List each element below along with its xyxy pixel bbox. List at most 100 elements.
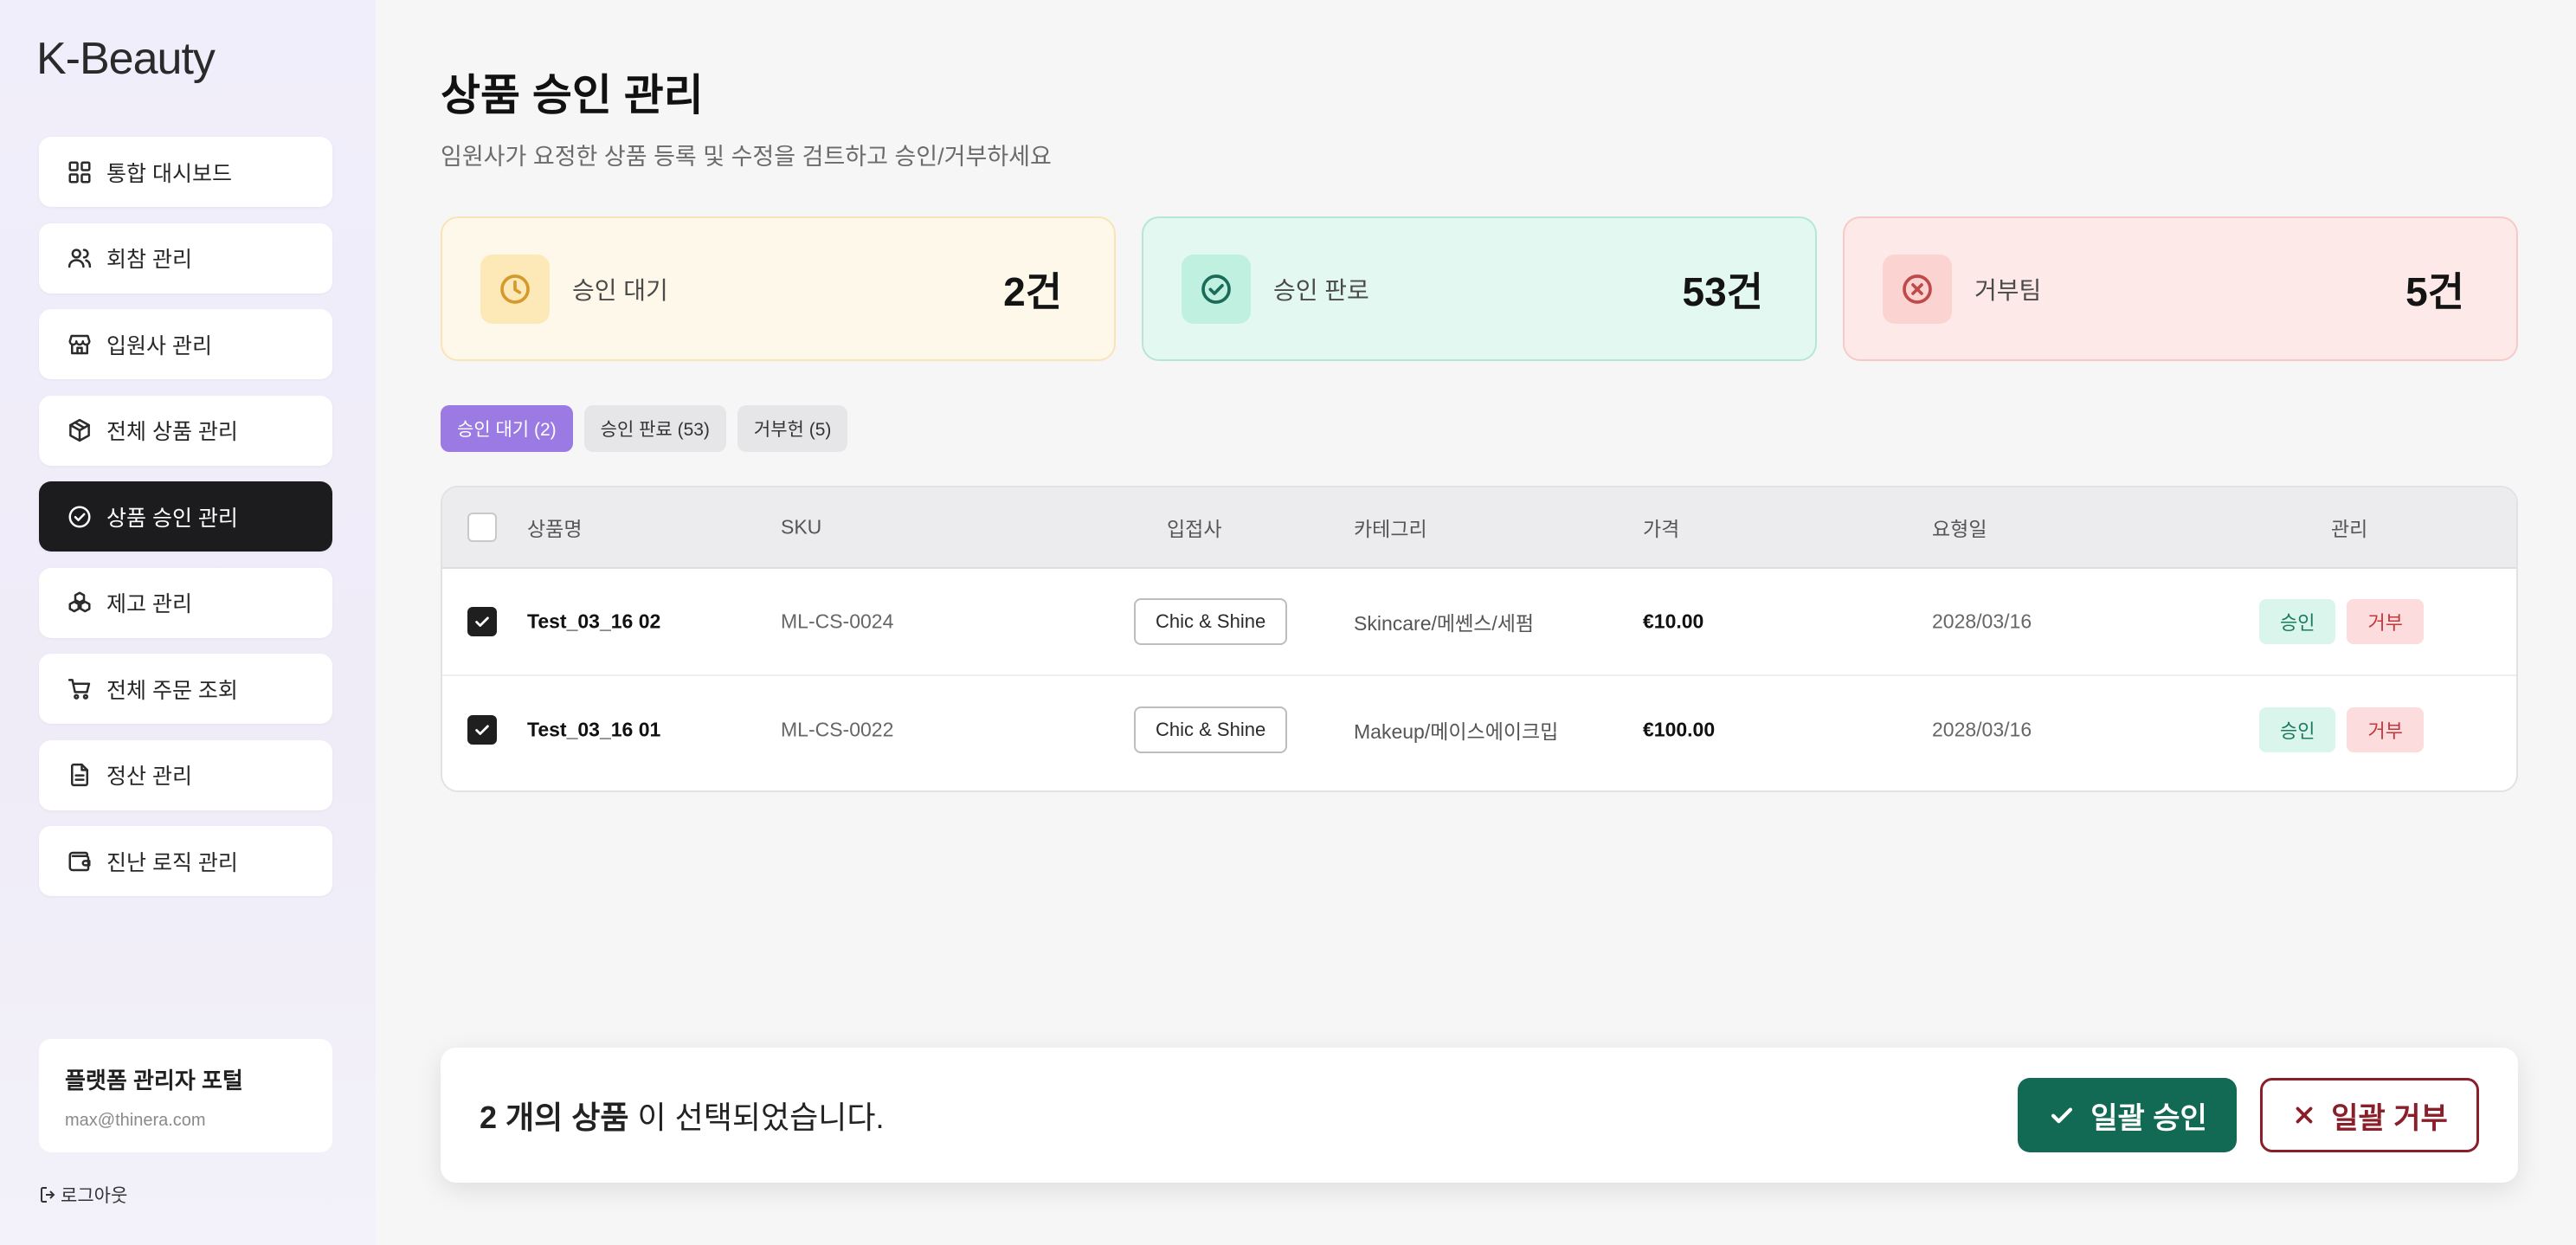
- page-title: 상품 승인 관리: [441, 71, 704, 119]
- row-actions: 승인 거부: [2259, 707, 2424, 752]
- stat-label: 거부팀: [1974, 276, 2042, 304]
- close-icon: [2296, 1106, 2313, 1124]
- sidebar-item-label: 제고 관리: [106, 592, 192, 616]
- sidebar-item-settlement[interactable]: 정산 관리: [39, 739, 332, 810]
- stat-card-rejected: 거부팀 5건: [1843, 216, 2518, 361]
- sidebar-item-product-approval[interactable]: 상품 승인 관리: [39, 481, 332, 552]
- sidebar-item-label: 입원사 관리: [106, 333, 212, 358]
- portal-name: 플랫폼 관리자 포털: [65, 1068, 243, 1093]
- sidebar-item-label: 상품 승인 관리: [106, 506, 238, 531]
- table-row: Test_03_16 02 ML-CS-0024 Chic & Shine Sk…: [442, 569, 2516, 676]
- sidebar-nav: 통합 대시보드 회참 관리 입원사 관리 전체 상품 관리 상품 승인 관리 제…: [39, 137, 332, 913]
- column-header-vendor: 입접사: [1167, 518, 1222, 540]
- check-icon: [475, 616, 489, 627]
- product-price: €100.00: [1643, 718, 1716, 741]
- dashboard-grid-icon: [65, 158, 94, 187]
- sidebar-item-label: 통합 대시보드: [106, 161, 232, 186]
- sidebar-item-inventory[interactable]: 제고 관리: [39, 567, 332, 638]
- check-icon: [2051, 1107, 2073, 1124]
- approve-button[interactable]: 승인: [2259, 707, 2336, 752]
- sidebar-item-label: 전체 주문 조회: [106, 678, 238, 703]
- column-header-name: 상품명: [527, 518, 583, 540]
- boxes-icon: [65, 588, 94, 617]
- column-header-sku: SKU: [781, 515, 822, 539]
- selection-count: 2 개의 상품: [480, 1100, 629, 1135]
- check-circle-icon: [65, 502, 94, 532]
- bulk-action-bar: 2 개의 상품 이 선택되었습니다. 일괄 승인 일괄 거부: [441, 1048, 2518, 1183]
- stat-value: 5건: [2405, 268, 2464, 314]
- product-name: Test_03_16 01: [527, 718, 661, 741]
- approval-table: 상품명 SKU 입접사 카테그리 가격 요형일 관리 Test_03_16 02…: [441, 486, 2518, 792]
- column-header-price: 가격: [1643, 518, 1680, 540]
- product-category: Skincare/메쎈스/세펌: [1354, 612, 1535, 635]
- bulk-approve-label: 일괄 승인: [2090, 1101, 2207, 1135]
- table-header: 상품명 SKU 입접사 카테그리 가격 요형일 관리: [442, 487, 2516, 569]
- column-header-actions: 관리: [2331, 518, 2368, 540]
- vendor-badge: Chic & Shine: [1134, 598, 1288, 645]
- bulk-approve-button[interactable]: 일괄 승인: [2018, 1078, 2237, 1152]
- stat-card-approved: 승인 판로 53건: [1142, 216, 1817, 361]
- users-icon: [65, 243, 94, 273]
- filter-tabs: 승인 대기 (2) 승인 판료 (53) 거부헌 (5): [441, 405, 848, 452]
- row-checkbox[interactable]: [467, 715, 497, 745]
- logout-label: 로그아웃: [61, 1186, 128, 1206]
- clock-icon: [480, 254, 550, 324]
- tab-pending[interactable]: 승인 대기 (2): [441, 405, 573, 452]
- reject-button[interactable]: 거부: [2347, 707, 2424, 752]
- sidebar-item-logic[interactable]: 진난 로직 관리: [39, 826, 332, 896]
- reject-button[interactable]: 거부: [2347, 599, 2424, 644]
- sidebar-item-label: 회참 관리: [106, 248, 192, 272]
- product-category: Makeup/메이스에이크밉: [1354, 720, 1559, 743]
- sidebar-item-label: 정산 관리: [106, 764, 192, 789]
- stat-label: 승인 판로: [1273, 276, 1369, 304]
- bulk-reject-button[interactable]: 일괄 거부: [2260, 1078, 2479, 1152]
- wallet-icon: [65, 847, 94, 876]
- tab-rejected[interactable]: 거부헌 (5): [737, 405, 848, 452]
- product-price: €10.00: [1643, 610, 1704, 633]
- stat-card-pending: 승인 대기 2건: [441, 216, 1116, 361]
- approve-button[interactable]: 승인: [2259, 599, 2336, 644]
- sidebar-item-all-products[interactable]: 전체 상품 관리: [39, 395, 332, 466]
- stat-label: 승인 대기: [572, 276, 668, 304]
- cart-icon: [65, 674, 94, 704]
- selection-message: 2 개의 상품 이 선택되었습니다.: [480, 1093, 2018, 1138]
- column-header-date: 요형일: [1932, 518, 1987, 540]
- sidebar: K-Beauty 통합 대시보드 회참 관리 입원사 관리 전체 상품 관리 상…: [0, 0, 376, 1245]
- document-icon: [65, 760, 94, 790]
- logout-link[interactable]: 로그아웃: [38, 1182, 127, 1208]
- stat-value: 53건: [1682, 268, 1764, 314]
- vendor-cell: Chic & Shine: [1134, 706, 1288, 753]
- request-date: 2028/03/16: [1932, 718, 2032, 741]
- row-checkbox[interactable]: [467, 607, 497, 636]
- product-sku: ML-CS-0022: [781, 718, 894, 741]
- bulk-reject-label: 일괄 거부: [2331, 1101, 2448, 1135]
- main-content: 상품 승인 관리 임원사가 요정한 상품 등록 및 수정을 검트하고 승인/거부…: [376, 0, 2576, 1245]
- sidebar-item-members[interactable]: 회참 관리: [39, 223, 332, 294]
- user-card: 플랫폼 관리자 포털 max@thinera.com: [39, 1039, 332, 1152]
- user-email: max@thinera.com: [65, 1111, 206, 1130]
- product-name: Test_03_16 02: [527, 610, 661, 633]
- stat-value: 2건: [1003, 268, 1062, 314]
- page-subtitle: 임원사가 요정한 상품 등록 및 수정을 검트하고 승인/거부하세요: [441, 144, 1052, 170]
- column-header-category: 카테그리: [1354, 518, 1427, 540]
- sidebar-item-orders[interactable]: 전체 주문 조회: [39, 654, 332, 724]
- select-all-checkbox[interactable]: [467, 513, 497, 542]
- product-sku: ML-CS-0024: [781, 610, 894, 633]
- sidebar-item-dashboard[interactable]: 통합 대시보드: [39, 137, 332, 207]
- logout-icon: [41, 1187, 55, 1203]
- tab-approved[interactable]: 승인 판료 (53): [583, 405, 726, 452]
- app-logo[interactable]: K-Beauty: [36, 33, 216, 85]
- table-row: Test_03_16 01 ML-CS-0022 Chic & Shine Ma…: [442, 676, 2516, 784]
- sidebar-item-vendors[interactable]: 입원사 관리: [39, 309, 332, 379]
- sidebar-item-label: 전체 상품 관리: [106, 420, 238, 444]
- sidebar-item-label: 진난 로직 관리: [106, 850, 238, 875]
- request-date: 2028/03/16: [1932, 610, 2032, 633]
- check-circle-icon: [1182, 254, 1251, 324]
- selection-suffix: 이 선택되었습니다.: [628, 1100, 885, 1135]
- store-icon: [65, 330, 94, 359]
- vendor-cell: Chic & Shine: [1134, 598, 1288, 645]
- row-actions: 승인 거부: [2259, 599, 2424, 644]
- vendor-badge: Chic & Shine: [1134, 706, 1288, 753]
- x-circle-icon: [1883, 254, 1952, 324]
- box-icon: [65, 416, 94, 445]
